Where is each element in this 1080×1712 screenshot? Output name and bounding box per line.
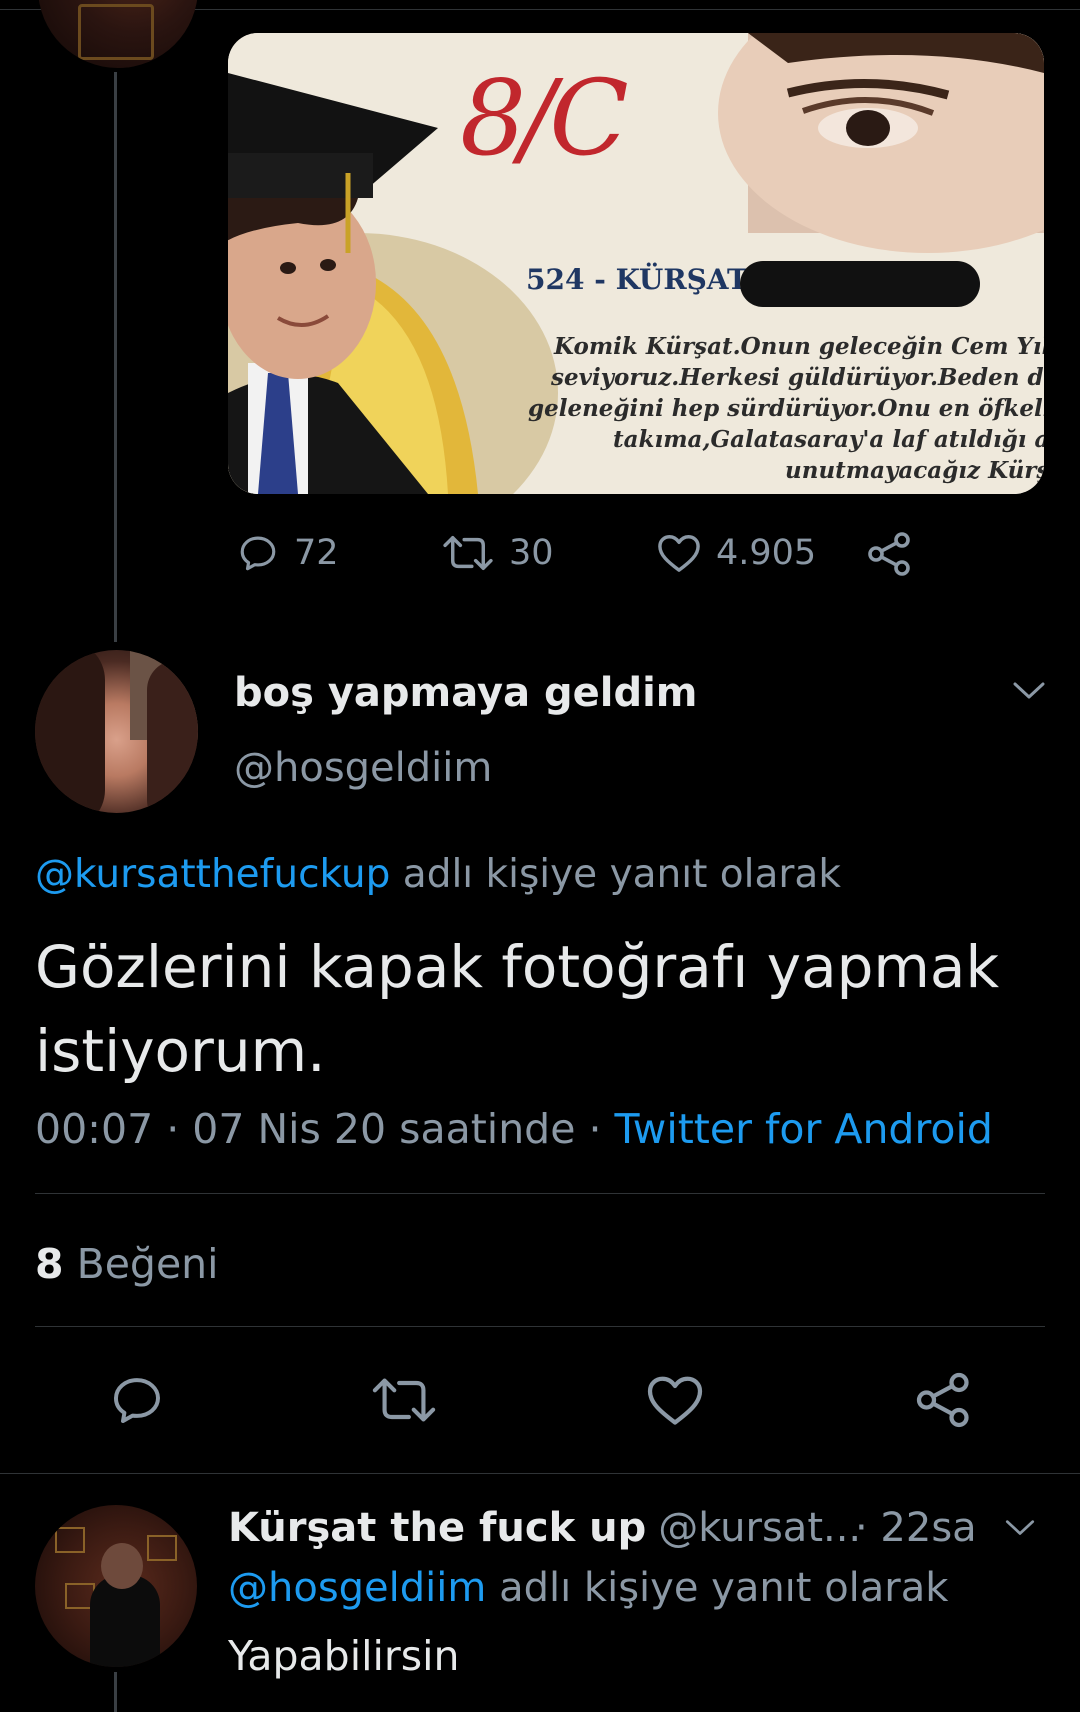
- description-line: takıma,Galatasaray'a laf atıldığı an: [613, 426, 1044, 453]
- like-count: 4.905: [716, 533, 817, 573]
- divider: [0, 1473, 1080, 1474]
- divider: [35, 1326, 1045, 1327]
- retweet-button[interactable]: 30: [441, 532, 554, 574]
- meta-separator: ·: [575, 1105, 615, 1153]
- thread-line: [114, 72, 117, 642]
- author-avatar[interactable]: [35, 650, 198, 813]
- tweet-metadata: 00:07 · 07 Nis 20 saatinde · Twitter for…: [35, 1105, 993, 1153]
- reply-context-text: adlı kişiye yanıt olarak: [390, 852, 841, 897]
- likes-count: 8: [35, 1240, 64, 1288]
- description-line: unutmayacağız Kürş: [785, 457, 1044, 484]
- thread-line: [114, 1672, 117, 1712]
- chevron-down-icon: [1005, 1520, 1035, 1535]
- description-line: Komik Kürşat.Onun geleceğin Cem Yılma: [554, 333, 1044, 360]
- like-action-button[interactable]: [645, 1372, 705, 1432]
- chevron-down-icon: [1013, 682, 1045, 699]
- reply-action-button[interactable]: [108, 1372, 166, 1432]
- divider: [35, 1193, 1045, 1194]
- retweet-action-button[interactable]: [370, 1372, 438, 1432]
- reply-button[interactable]: 72: [236, 532, 339, 574]
- reply-count: 72: [294, 533, 339, 573]
- parent-tweet-avatar[interactable]: [38, 0, 198, 68]
- reply-tweet-text: Yapabilirsin: [228, 1632, 460, 1680]
- reply-author-avatar[interactable]: [35, 1505, 197, 1667]
- replied-to-handle-link[interactable]: @kursatthefuckup: [35, 852, 390, 897]
- like-icon: [647, 1376, 703, 1425]
- like-icon: [658, 535, 700, 572]
- redaction-bar: [740, 261, 980, 307]
- retweet-count: 30: [509, 533, 554, 573]
- reply-menu-button[interactable]: [1004, 1518, 1036, 1542]
- reply-timestamp[interactable]: · 22sa: [855, 1505, 977, 1551]
- likes-label: Beğeni: [63, 1240, 219, 1288]
- tweet-menu-button[interactable]: [1012, 680, 1046, 706]
- share-icon: [868, 532, 910, 576]
- author-handle[interactable]: @hosgeldiim: [234, 745, 492, 791]
- share-action-button[interactable]: [914, 1372, 974, 1432]
- likes-summary[interactable]: 8 Beğeni: [35, 1240, 219, 1288]
- retweet-icon: [443, 536, 493, 570]
- description-line: geleneğini hep sürdürüyor.Onu en öfkeli …: [528, 395, 1044, 422]
- reply-tweet-header: Kürşat the fuck up @kursat...: [228, 1505, 861, 1551]
- tweet-media-image[interactable]: 8/C 524 - KÜRŞAT Komik Kürşat.Onun gelec…: [228, 33, 1044, 494]
- retweet-icon: [372, 1378, 436, 1422]
- like-button[interactable]: 4.905: [656, 532, 816, 574]
- tweet-timestamp[interactable]: 00:07 · 07 Nis 20 saatinde: [35, 1105, 575, 1153]
- share-icon: [916, 1372, 969, 1428]
- reply-context: @hosgeldiim adlı kişiye yanıt olarak: [228, 1565, 948, 1611]
- reply-author-display-name[interactable]: Kürşat the fuck up: [228, 1505, 646, 1551]
- class-logo: 8/C: [460, 57, 629, 179]
- reply-author-handle[interactable]: @kursat...: [658, 1505, 861, 1551]
- description-line: seviyoruz.Herkesi güldürüyor.Beden ders: [551, 364, 1044, 391]
- author-display-name[interactable]: boş yapmaya geldim: [234, 670, 697, 716]
- student-name-label: 524 - KÜRŞAT: [526, 263, 748, 296]
- reply-context-text: adlı kişiye yanıt olarak: [486, 1565, 949, 1611]
- share-button[interactable]: [866, 532, 914, 576]
- reply-context: @kursatthefuckup adlı kişiye yanıt olara…: [35, 852, 841, 897]
- replied-to-handle-link[interactable]: @hosgeldiim: [228, 1565, 486, 1611]
- tweet-source-link[interactable]: Twitter for Android: [615, 1105, 993, 1153]
- reply-icon: [240, 536, 276, 571]
- tweet-text: Gözlerini kapak fotoğrafı yapmak istiyor…: [35, 933, 1000, 1085]
- reply-icon: [114, 1378, 160, 1423]
